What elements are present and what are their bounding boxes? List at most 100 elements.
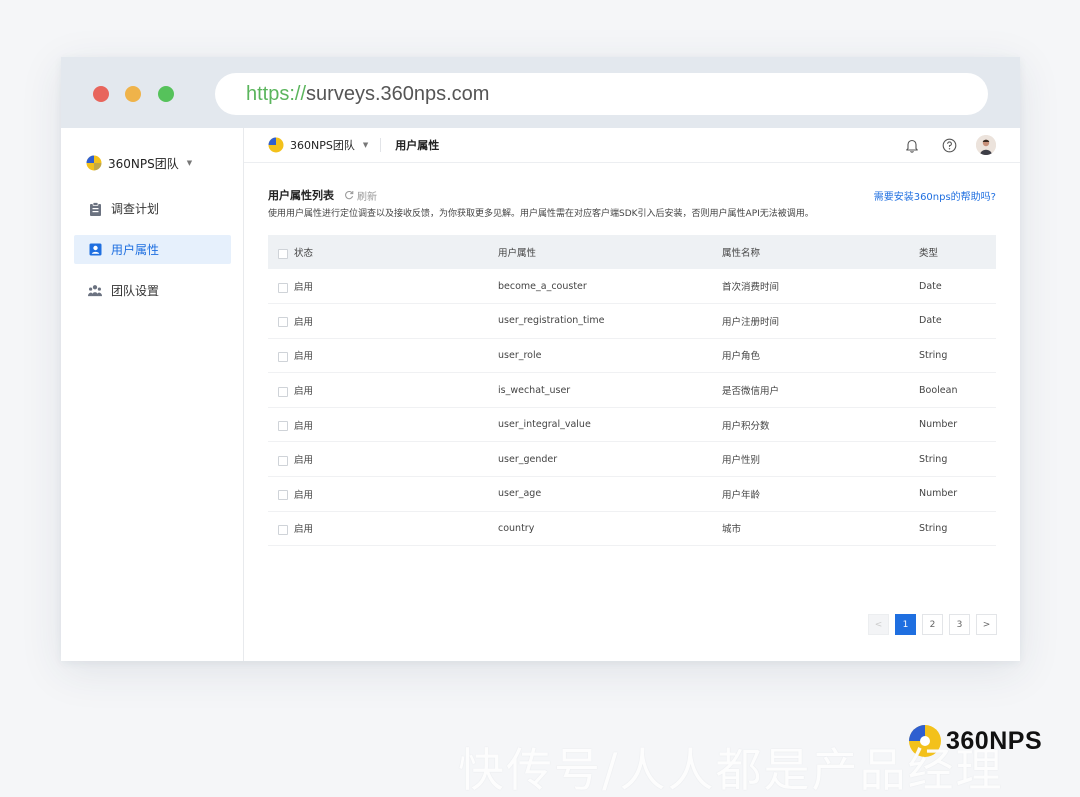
page-title: 用户属性列表 (268, 189, 334, 202)
status-label: 启用 (294, 386, 314, 398)
attribute-key: user_gender (498, 453, 558, 465)
attribute-key: user_registration_time (498, 315, 605, 327)
attribute-name: 首次消费时间 (722, 282, 780, 294)
attribute-type: Number (919, 488, 958, 500)
team-logo-icon (86, 155, 102, 171)
caret-down-icon: ▼ (186, 159, 193, 167)
refresh-icon (345, 191, 354, 200)
help-link[interactable]: 需要安装360nps的帮助吗? (874, 188, 996, 203)
sidebar-item-surveys[interactable]: 调查计划 (74, 194, 231, 223)
table-row: 启用 user_gender 用户性别 String (268, 442, 996, 477)
attribute-key: country (498, 522, 535, 534)
attribute-type: Number (919, 419, 958, 431)
maximize-window-button[interactable] (158, 86, 174, 102)
row-checkbox[interactable] (278, 351, 288, 362)
user-card-icon (88, 243, 102, 257)
browser-chrome: https://surveys.360nps.com (61, 57, 1020, 128)
table-header-row: 状态 用户属性 属性名称 类型 (268, 235, 996, 269)
sidebar-item-label: 团队设置 (111, 284, 160, 298)
team-switcher[interactable]: 360NPS团队 ▼ (86, 154, 192, 172)
status-label: 启用 (294, 282, 314, 294)
row-checkbox[interactable] (278, 317, 288, 328)
status-cell: 启用 (268, 338, 498, 373)
row-checkbox[interactable] (278, 386, 288, 397)
attribute-type: Date (919, 315, 942, 327)
attribute-name: 用户年龄 (722, 489, 761, 501)
page-description: 使用用户属性进行定位调查以及接收反馈，为你获取更多见解。用户属性需在对应客户端S… (268, 209, 814, 219)
team-logo-icon (268, 137, 284, 153)
status-label: 启用 (294, 316, 314, 328)
attribute-key: is_wechat_user (498, 384, 571, 396)
top-bar: 360NPS团队 ▼ 用户属性 (244, 128, 1020, 163)
attribute-name: 是否微信用户 (722, 386, 780, 398)
sidebar: 360NPS团队 ▼ 调查计划 用户属性 团队设置 (61, 128, 244, 661)
row-checkbox[interactable] (278, 282, 288, 293)
table-row: 启用 user_age 用户年龄 Number (268, 477, 996, 512)
minimize-window-button[interactable] (125, 86, 141, 102)
status-cell: 启用 (268, 407, 498, 442)
address-bar[interactable]: https://surveys.360nps.com (215, 73, 988, 115)
next-page-button[interactable]: > (976, 614, 997, 635)
attribute-key: user_role (498, 349, 542, 361)
page-button-2[interactable]: 2 (922, 614, 943, 635)
help-icon[interactable] (939, 135, 959, 155)
column-header-name: 属性名称 (722, 248, 761, 259)
column-header-attribute: 用户属性 (498, 248, 537, 259)
divider (380, 138, 382, 152)
attribute-type: Boolean (919, 384, 958, 396)
bell-icon[interactable] (902, 135, 922, 155)
table-row: 启用 user_integral_value 用户积分数 Number (268, 407, 996, 442)
sidebar-item-label: 用户属性 (111, 243, 160, 257)
attribute-type: String (919, 453, 948, 465)
team-name: 360NPS团队 (108, 156, 179, 171)
column-header-type: 类型 (919, 248, 939, 259)
status-label: 启用 (294, 489, 314, 501)
status-label: 启用 (294, 524, 314, 536)
status-cell: 启用 (268, 477, 498, 512)
table-row: 启用 user_role 用户角色 String (268, 338, 996, 373)
attribute-key: user_integral_value (498, 419, 591, 431)
avatar[interactable] (976, 135, 996, 155)
attribute-name: 用户积分数 (722, 420, 770, 432)
attribute-name: 用户注册时间 (722, 316, 780, 328)
sidebar-item-user-attributes[interactable]: 用户属性 (74, 235, 231, 264)
main-content: 用户属性列表 刷新 需要安装360nps的帮助吗? 使用用户属性进行定位调查以及… (268, 185, 997, 635)
status-cell: 启用 (268, 511, 498, 546)
close-window-button[interactable] (93, 86, 109, 102)
attribute-key: user_age (498, 488, 542, 500)
select-all-checkbox[interactable] (278, 248, 288, 259)
topbar-team-switcher[interactable]: 360NPS团队 ▼ (268, 137, 368, 153)
status-cell: 启用 (268, 373, 498, 408)
user-attributes-table: 状态 用户属性 属性名称 类型 启用 become_a_couster 首次消费时间… (268, 235, 996, 546)
row-checkbox[interactable] (278, 421, 288, 432)
prev-page-button[interactable]: < (868, 614, 889, 635)
status-cell: 启用 (268, 442, 498, 477)
status-label: 启用 (294, 420, 314, 432)
sidebar-item-team-settings[interactable]: 团队设置 (74, 276, 231, 305)
url-host: surveys.360nps.com (306, 83, 490, 105)
attribute-type: String (919, 522, 948, 534)
status-label: 启用 (294, 455, 314, 467)
refresh-button[interactable]: 刷新 (344, 188, 377, 203)
sidebar-item-label: 调查计划 (111, 202, 160, 216)
column-header-status: 状态 (268, 235, 498, 269)
table-row: 启用 user_registration_time 用户注册时间 Date (268, 304, 996, 339)
page-button-1[interactable]: 1 (895, 614, 916, 635)
clipboard-icon (88, 201, 102, 216)
pagination: < 1 2 3 > (868, 614, 1003, 635)
topbar-team-name: 360NPS团队 (290, 139, 355, 152)
status-cell: 启用 (268, 269, 498, 304)
row-checkbox[interactable] (278, 524, 288, 535)
attribute-name: 城市 (722, 524, 742, 536)
status-label: 启用 (294, 351, 314, 363)
browser-window: https://surveys.360nps.com 360NPS团队 ▼ 调查… (61, 57, 1020, 661)
breadcrumb: 用户属性 (395, 139, 440, 152)
table-row: 启用 become_a_couster 首次消费时间 Date (268, 269, 996, 304)
row-checkbox[interactable] (278, 455, 288, 466)
row-checkbox[interactable] (278, 490, 288, 501)
refresh-label: 刷新 (357, 191, 377, 203)
page-button-3[interactable]: 3 (949, 614, 970, 635)
attribute-type: Date (919, 280, 942, 292)
attribute-name: 用户角色 (722, 351, 761, 363)
table-row: 启用 is_wechat_user 是否微信用户 Boolean (268, 373, 996, 408)
